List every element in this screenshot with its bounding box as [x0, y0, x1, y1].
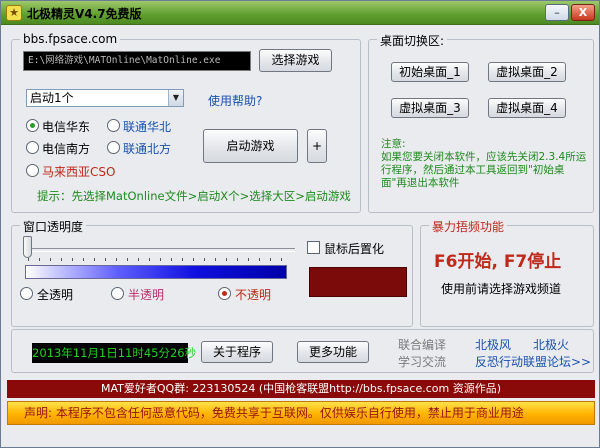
transparency-legend: 窗口透明度	[20, 218, 87, 235]
window-title: 北极精灵V4.7免费版	[27, 7, 142, 21]
server-label-4: 联通北方	[123, 142, 172, 156]
opacity-radio-full[interactable]	[20, 287, 33, 300]
forum-link[interactable]: 反恐行动联盟论坛>>	[475, 353, 591, 370]
launch-count-select[interactable]: 启动1个 ▼	[26, 89, 184, 107]
note-title: 注意:	[381, 138, 406, 150]
game-path-input[interactable]: E:\网络游戏\MATOnline\MatOnline.exe	[23, 51, 251, 71]
add-instance-button[interactable]: +	[307, 129, 327, 163]
violence-hint: 使用前请选择游戏频道	[441, 282, 562, 296]
violence-group: 暴力捂频功能	[420, 218, 594, 327]
opacity-radio-half[interactable]	[111, 287, 124, 300]
minimize-button[interactable]: –	[545, 4, 569, 21]
desktop-button-1[interactable]: 初始桌面_1	[391, 62, 469, 82]
note-body: 如果您要关闭本软件，应该先关闭2.3.4所运行程序，然后通过本工具返回到"初始桌…	[381, 151, 587, 189]
about-button[interactable]: 关于程序	[201, 341, 273, 363]
color-swatch[interactable]	[309, 267, 407, 297]
desktop-note: 注意: 如果您要关闭本软件，应该先关闭2.3.4所运行程序，然后通过本工具返回到…	[381, 138, 589, 190]
opacity-gradient-bar	[25, 265, 287, 279]
choose-game-button[interactable]: 选择游戏	[259, 49, 332, 72]
launch-count-value: 启动1个	[30, 91, 74, 105]
opacity-slider-ticks	[28, 258, 290, 261]
violence-legend: 暴力捂频功能	[429, 218, 508, 235]
opacity-label-full: 全透明	[37, 288, 74, 302]
mouse-back-label: 鼠标后置化	[324, 242, 385, 256]
help-link[interactable]: 使用帮助?	[208, 92, 262, 109]
server-radio-2[interactable]	[107, 119, 120, 132]
credits-bar: MAT爱好者QQ群: 223130524 (中国枪客联盟http://bbs.f…	[7, 380, 595, 398]
study-exchange-label: 学习交流	[398, 355, 447, 369]
server-label-1: 电信华东	[42, 120, 91, 134]
server-radio-3[interactable]	[26, 141, 39, 154]
server-radio-4[interactable]	[107, 141, 120, 154]
app-star-icon: ★	[6, 5, 22, 21]
joint-compile-label: 联合编译	[398, 338, 447, 352]
author2-link[interactable]: 北极火	[533, 336, 569, 353]
opacity-slider-thumb[interactable]	[23, 236, 32, 258]
launcher-site-legend: bbs.fpsace.com	[20, 32, 121, 46]
mouse-back-checkbox[interactable]	[307, 241, 320, 254]
opacity-radio-none[interactable]	[218, 287, 231, 300]
chevron-down-icon[interactable]: ▼	[168, 90, 183, 106]
app-window: ★ 北极精灵V4.7免费版 – X bbs.fpsace.com E:\网络游戏…	[0, 0, 600, 448]
author1-link[interactable]: 北极风	[475, 336, 511, 353]
server-label-3: 电信南方	[42, 142, 91, 156]
server-label-5: 马来西亚CSO	[42, 165, 116, 179]
server-label-2: 联通华北	[123, 120, 172, 134]
launch-game-button[interactable]: 启动游戏	[203, 129, 298, 163]
desktop-button-4[interactable]: 虚拟桌面_4	[488, 98, 566, 118]
clock-display: 2013年11月1日11时45分26秒	[32, 343, 196, 363]
server-radio-5[interactable]	[26, 164, 39, 177]
notice-bar: 声明: 本程序不包含任何恶意代码，免费共享于互联网。仅供娱乐自行使用，禁止用于商…	[7, 401, 595, 425]
opacity-label-half: 半透明	[128, 288, 165, 302]
launcher-hint: 提示：先选择MatOnline文件>启动X个>选择大区>启动游戏	[37, 189, 351, 203]
desktop-button-3[interactable]: 虚拟桌面_3	[391, 98, 469, 118]
hotkey-text: F6开始, F7停止	[434, 252, 562, 272]
more-features-button[interactable]: 更多功能	[297, 341, 369, 363]
desktop-button-2[interactable]: 虚拟桌面_2	[488, 62, 566, 82]
opacity-label-none: 不透明	[235, 288, 272, 302]
server-radio-1[interactable]	[26, 119, 39, 132]
desktop-switch-legend: 桌面切换区:	[377, 32, 448, 49]
main-content: bbs.fpsace.com E:\网络游戏\MATOnline\MatOnli…	[1, 25, 599, 447]
close-button[interactable]: X	[571, 4, 595, 21]
opacity-slider-track[interactable]	[25, 248, 295, 252]
title-bar[interactable]: ★ 北极精灵V4.7免费版 – X	[1, 1, 599, 25]
